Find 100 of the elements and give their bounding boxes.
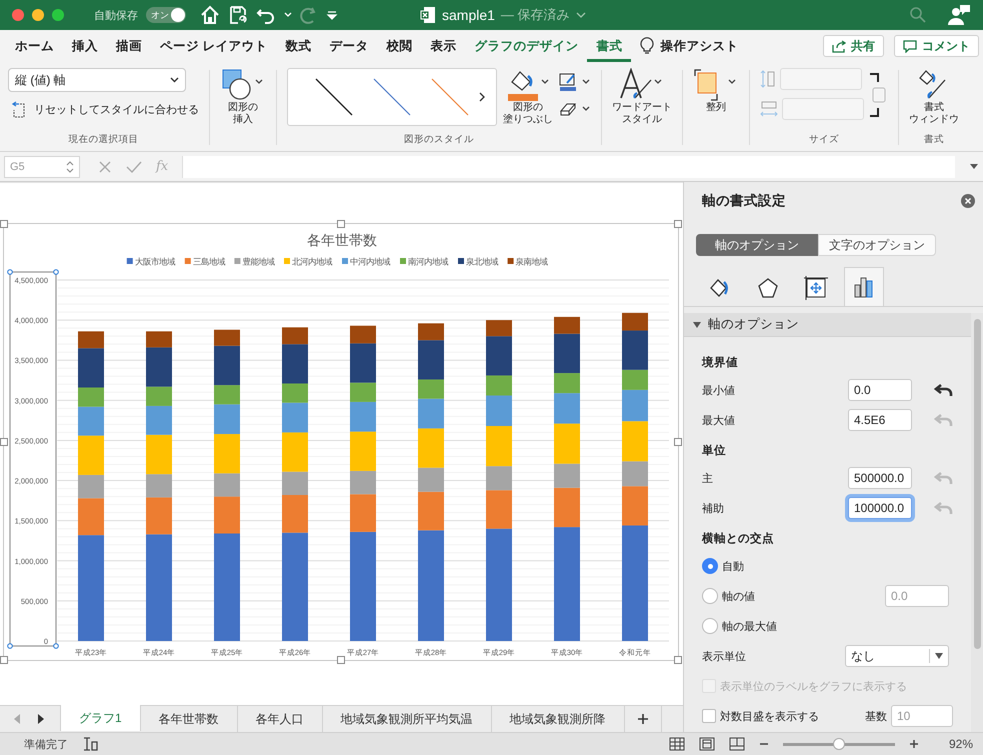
- resize-handle[interactable]: [0, 438, 8, 446]
- chevron-down-icon: [170, 77, 179, 83]
- search-icon[interactable]: [909, 6, 927, 24]
- resize-handle[interactable]: [337, 656, 345, 664]
- ribbon-tab[interactable]: 挿入: [63, 30, 107, 62]
- pen-outline-icon: [559, 72, 591, 92]
- ribbon-tab[interactable]: ホーム: [6, 30, 63, 62]
- ribbon-tab[interactable]: 数式: [276, 30, 320, 62]
- format-pane-button[interactable]: 書式 ウィンドウ: [909, 68, 959, 126]
- bar-segment[interactable]: [418, 323, 444, 340]
- comment-button[interactable]: コメント: [894, 35, 979, 57]
- close-window-button[interactable]: [12, 9, 24, 21]
- resize-handle[interactable]: [674, 438, 682, 446]
- bar-segment[interactable]: [486, 375, 512, 396]
- sheet-tab[interactable]: グラフ1: [60, 705, 141, 731]
- value-field[interactable]: 0.0: [848, 379, 912, 401]
- formula-field[interactable]: [182, 156, 955, 178]
- caret-icon[interactable]: [284, 12, 292, 18]
- options-tab[interactable]: 軸のオプション: [696, 234, 818, 256]
- ribbon-tab[interactable]: データ: [320, 30, 378, 62]
- share-button[interactable]: 共有: [823, 35, 884, 57]
- reset-arrow-icon[interactable]: [934, 382, 954, 398]
- bar-segment[interactable]: [622, 312, 648, 331]
- arrange-button[interactable]: 整列: [693, 68, 739, 114]
- group-heading: 単位: [702, 444, 727, 459]
- checkbox-label: 表示単位のラベルをグラフに表示する: [720, 680, 907, 694]
- bar-segment[interactable]: [282, 327, 308, 344]
- customize-toolbar-icon[interactable]: [326, 9, 338, 21]
- bar-segment[interactable]: [214, 346, 240, 386]
- expand-caret-icon[interactable]: [969, 162, 979, 170]
- checkmark-icon[interactable]: [126, 160, 142, 174]
- previous-sheet-icon[interactable]: [12, 713, 22, 725]
- redo-icon[interactable]: [300, 5, 318, 25]
- shape-fill-button[interactable]: 図形の 塗りつぶし: [503, 68, 553, 126]
- macro-record-icon[interactable]: [82, 736, 98, 752]
- insert-shape-button[interactable]: 図形の 挿入: [220, 68, 266, 126]
- home-icon[interactable]: [200, 5, 220, 25]
- close-icon[interactable]: [961, 194, 975, 208]
- display-unit-dropdown[interactable]: なし: [844, 645, 949, 667]
- button-label: 図形の: [228, 102, 258, 114]
- normal-view-icon[interactable]: [669, 737, 685, 751]
- next-sheet-icon[interactable]: [36, 713, 46, 725]
- ribbon-tab[interactable]: 校閲: [377, 30, 422, 62]
- bar-segment[interactable]: [214, 330, 240, 346]
- bar-segment[interactable]: [350, 326, 376, 344]
- cancel-icon[interactable]: [98, 160, 112, 174]
- field-label: 主: [702, 472, 714, 486]
- selection-dropdown[interactable]: 縦 (値) 軸: [8, 68, 186, 92]
- checkbox[interactable]: [702, 709, 716, 723]
- width-field[interactable]: [782, 98, 864, 120]
- section-header[interactable]: 軸のオプション: [684, 313, 971, 337]
- height-field[interactable]: [780, 68, 862, 90]
- resize-handle[interactable]: [674, 656, 682, 664]
- save-icon[interactable]: [228, 5, 248, 25]
- status-text: 準備完了: [24, 738, 68, 752]
- resize-handle[interactable]: [0, 656, 8, 664]
- options-tab[interactable]: 文字のオプション: [818, 234, 936, 256]
- bar-segment[interactable]: [146, 331, 172, 348]
- zoom-window-button[interactable]: [52, 9, 64, 21]
- value-field[interactable]: 100000.0: [848, 497, 912, 519]
- lightbulb-icon: [640, 37, 654, 55]
- bar-segment[interactable]: [554, 334, 580, 374]
- account-icon[interactable]: [947, 4, 971, 26]
- ribbon-tab[interactable]: 書式: [587, 30, 632, 62]
- value-field[interactable]: 4.5E6: [848, 409, 912, 431]
- minimize-window-button[interactable]: [32, 9, 44, 21]
- bar-segment[interactable]: [554, 316, 580, 334]
- chevron-right-icon[interactable]: [478, 92, 486, 102]
- spinner-icon[interactable]: [66, 160, 74, 172]
- zoom-slider-thumb[interactable]: [833, 738, 846, 750]
- legend-label: 三島地域: [192, 256, 225, 266]
- bar-segment[interactable]: [282, 383, 308, 403]
- resize-handle[interactable]: [674, 220, 682, 228]
- radio-button[interactable]: [702, 618, 718, 634]
- reset-style-button[interactable]: リセットしてスタイルに合わせる: [8, 100, 199, 118]
- autosave-toggle[interactable]: オン: [146, 7, 186, 23]
- bar-segment[interactable]: [418, 379, 444, 399]
- ribbon-tab[interactable]: グラフのデザイン: [465, 30, 588, 62]
- category-tab[interactable]: [844, 267, 884, 306]
- field-label: 補助: [702, 502, 725, 516]
- ribbon-tab[interactable]: ページ レイアウト: [151, 30, 276, 62]
- ribbon-tab[interactable]: 操作アシスト: [631, 30, 748, 62]
- radio-button[interactable]: [702, 588, 718, 604]
- legend-label: 大阪市地域: [134, 256, 175, 266]
- reset-icon: [10, 100, 26, 118]
- resize-handle[interactable]: [0, 220, 8, 228]
- chevron-down-icon[interactable]: [576, 12, 586, 18]
- ribbon-tab[interactable]: 描画: [107, 30, 151, 62]
- page-break-icon[interactable]: [729, 737, 745, 751]
- zoom-in-icon[interactable]: [909, 739, 919, 749]
- zoom-level[interactable]: 92%: [933, 737, 973, 751]
- ribbon-tab[interactable]: 表示: [421, 30, 466, 62]
- axis-selection-frame[interactable]: [7, 269, 59, 649]
- bar-segment[interactable]: [78, 331, 104, 348]
- page-layout-icon[interactable]: [699, 737, 715, 751]
- radio-button[interactable]: [702, 558, 718, 574]
- wordart-styles-button[interactable]: ワードアート スタイル: [612, 68, 672, 126]
- scrollbar-thumb[interactable]: [974, 319, 980, 649]
- value-field[interactable]: 500000.0: [848, 467, 912, 489]
- resize-handle[interactable]: [337, 220, 345, 228]
